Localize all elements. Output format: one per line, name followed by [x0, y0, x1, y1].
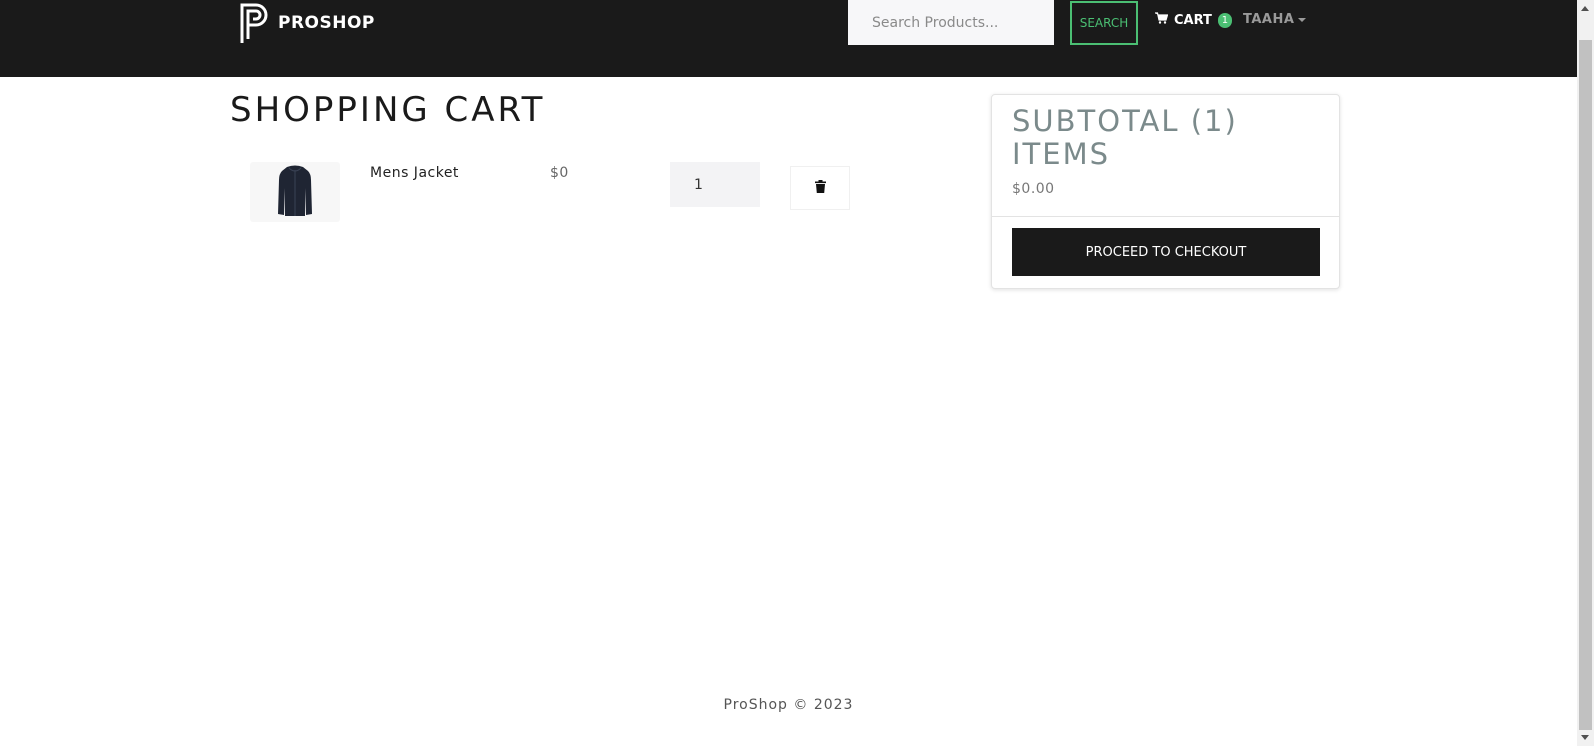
item-name-link[interactable]: Mens Jacket — [370, 165, 459, 181]
scroll-up-arrow-icon[interactable] — [1581, 6, 1589, 11]
proshop-logo-icon — [240, 3, 268, 43]
user-dropdown[interactable]: TAAHA — [1243, 12, 1307, 27]
cart-link[interactable]: CART 1 — [1155, 12, 1232, 28]
quantity-select[interactable] — [670, 162, 760, 207]
cart-icon — [1155, 12, 1174, 28]
order-summary-card: SUBTOTAL (1) ITEMS $0.00 PROCEED TO CHEC… — [991, 94, 1340, 289]
divider — [992, 216, 1339, 217]
cart-label: CART — [1174, 12, 1212, 28]
cart-item: Mens Jacket $0 — [250, 162, 870, 222]
trash-icon — [814, 180, 826, 196]
search-button[interactable]: SEARCH — [1070, 1, 1138, 45]
chevron-down-icon — [1298, 17, 1307, 22]
navbar: PROSHOP SEARCH CART 1 TAAHA — [0, 0, 1577, 77]
footer-text: ProShop © 2023 — [723, 697, 854, 713]
jacket-image[interactable] — [250, 162, 340, 222]
scrollbar-thumb[interactable] — [1579, 40, 1592, 730]
brand-link[interactable]: PROSHOP — [240, 3, 375, 43]
subtotal-title: SUBTOTAL (1) ITEMS — [1012, 104, 1238, 171]
footer: ProShop © 2023 — [0, 697, 1577, 713]
page-title: SHOPPING CART — [230, 90, 546, 130]
delete-item-button[interactable] — [790, 166, 850, 210]
user-name: TAAHA — [1243, 12, 1295, 27]
page-scrollbar[interactable] — [1577, 0, 1594, 746]
scroll-down-arrow-icon[interactable] — [1581, 735, 1589, 740]
cart-count-badge: 1 — [1217, 12, 1232, 28]
item-price: $0 — [550, 165, 569, 181]
subtotal-amount: $0.00 — [1012, 181, 1055, 197]
search-input[interactable] — [848, 0, 1054, 45]
proceed-to-checkout-button[interactable]: PROCEED TO CHECKOUT — [1012, 228, 1320, 276]
brand-name: PROSHOP — [278, 13, 375, 33]
